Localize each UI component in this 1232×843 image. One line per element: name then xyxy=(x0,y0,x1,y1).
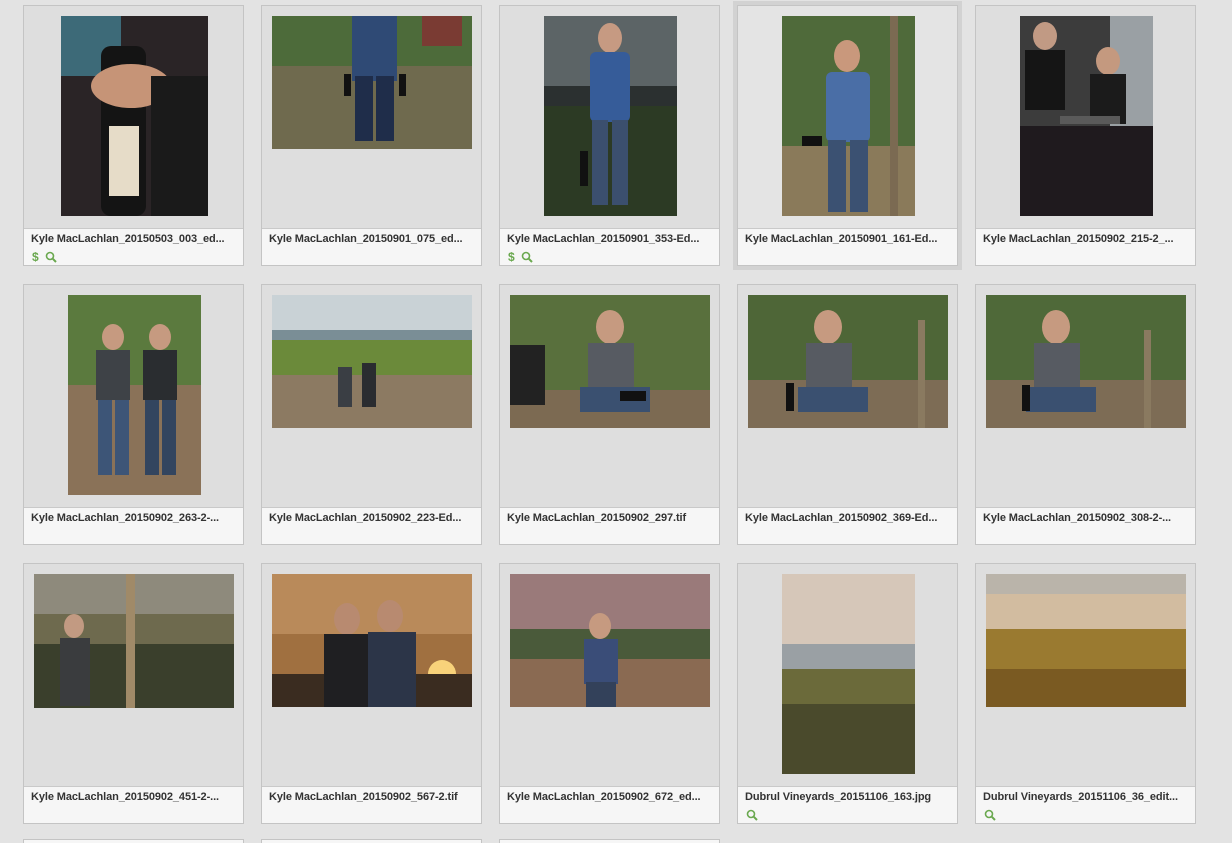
thumbnail-image[interactable] xyxy=(544,16,677,216)
zoom-icon[interactable] xyxy=(521,251,533,263)
thumbnail-area xyxy=(976,6,1195,229)
thumbnail-filename: Kyle MacLachlan_20150902_451-2-... xyxy=(31,791,219,803)
thumbnail-area xyxy=(262,285,481,508)
thumbnail-card-partial[interactable] xyxy=(499,839,720,843)
thumbnail-area xyxy=(24,564,243,787)
thumbnail-card[interactable]: Kyle MacLachlan_20150902_567-2.tif xyxy=(261,563,482,824)
thumbnail-image[interactable] xyxy=(34,574,234,708)
thumbnail-image[interactable] xyxy=(272,16,472,149)
thumbnail-filename: Dubrul Vineyards_20151106_36_edit... xyxy=(983,791,1178,803)
thumbnail-image[interactable] xyxy=(61,16,208,216)
thumbnail-area xyxy=(976,564,1195,787)
thumbnail-card[interactable]: Kyle MacLachlan_20150503_003_ed... $ xyxy=(23,5,244,266)
thumbnail-area xyxy=(738,564,957,787)
thumbnail-image[interactable] xyxy=(782,574,915,774)
thumbnail-card[interactable]: Kyle MacLachlan_20150902_215-2_... xyxy=(975,5,1196,266)
thumbnail-filename: Kyle MacLachlan_20150902_215-2_... xyxy=(983,233,1174,245)
thumbnail-filename: Kyle MacLachlan_20150901_161-Ed... xyxy=(745,233,938,245)
thumbnail-card[interactable]: Kyle MacLachlan_20150902_223-Ed... xyxy=(261,284,482,545)
thumbnail-filename: Kyle MacLachlan_20150901_075_ed... xyxy=(269,233,463,245)
thumbnail-image[interactable] xyxy=(782,16,915,216)
thumbnail-filename: Kyle MacLachlan_20150902_308-2-... xyxy=(983,512,1171,524)
thumbnail-card[interactable]: Kyle MacLachlan_20150901_161-Ed... xyxy=(733,1,962,270)
thumbnail-image[interactable] xyxy=(272,574,472,707)
thumbnail-card[interactable]: Kyle MacLachlan_20150902_369-Ed... xyxy=(737,284,958,545)
thumbnail-card[interactable]: Dubrul Vineyards_20151106_36_edit... xyxy=(975,563,1196,824)
thumbnail-filename: Kyle MacLachlan_20150901_353-Ed... xyxy=(507,233,700,245)
thumbnail-actions xyxy=(984,808,996,822)
thumbnail-actions xyxy=(746,808,758,822)
thumbnail-image[interactable] xyxy=(986,574,1186,707)
thumbnail-card[interactable]: Kyle MacLachlan_20150902_297.tif xyxy=(499,284,720,545)
thumbnail-card-partial[interactable] xyxy=(23,839,244,843)
thumbnail-grid: Kyle MacLachlan_20150503_003_ed... $ Kyl… xyxy=(0,0,1232,843)
thumbnail-image[interactable] xyxy=(1020,16,1153,216)
thumbnail-image[interactable] xyxy=(748,295,948,428)
thumbnail-area xyxy=(738,6,957,229)
dollar-icon[interactable]: $ xyxy=(508,251,515,263)
thumbnail-card[interactable]: Kyle MacLachlan_20150901_075_ed... xyxy=(261,5,482,266)
thumbnail-card[interactable]: Kyle MacLachlan_20150901_353-Ed... $ xyxy=(499,5,720,266)
thumbnail-area xyxy=(500,6,719,229)
thumbnail-area xyxy=(738,285,957,508)
thumbnail-card[interactable]: Kyle MacLachlan_20150902_672_ed... xyxy=(499,563,720,824)
thumbnail-card[interactable]: Kyle MacLachlan_20150902_308-2-... xyxy=(975,284,1196,545)
thumbnail-filename: Kyle MacLachlan_20150902_223-Ed... xyxy=(269,512,462,524)
thumbnail-actions: $ xyxy=(508,250,533,264)
thumbnail-filename: Kyle MacLachlan_20150902_297.tif xyxy=(507,512,687,524)
thumbnail-image[interactable] xyxy=(986,295,1186,428)
thumbnail-area xyxy=(24,285,243,508)
thumbnail-filename: Dubrul Vineyards_20151106_163.jpg xyxy=(745,791,932,803)
thumbnail-area xyxy=(24,6,243,229)
thumbnail-image[interactable] xyxy=(68,295,201,495)
thumbnail-area xyxy=(262,564,481,787)
thumbnail-actions: $ xyxy=(32,250,57,264)
thumbnail-filename: Kyle MacLachlan_20150503_003_ed... xyxy=(31,233,225,245)
thumbnail-area xyxy=(500,564,719,787)
thumbnail-card-partial[interactable] xyxy=(261,839,482,843)
zoom-icon[interactable] xyxy=(984,809,996,821)
thumbnail-filename: Kyle MacLachlan_20150902_672_ed... xyxy=(507,791,701,803)
thumbnail-card[interactable]: Kyle MacLachlan_20150902_451-2-... xyxy=(23,563,244,824)
thumbnail-filename: Kyle MacLachlan_20150902_263-2-... xyxy=(31,512,219,524)
thumbnail-area xyxy=(262,6,481,229)
thumbnail-area xyxy=(976,285,1195,508)
thumbnail-image[interactable] xyxy=(510,574,710,707)
zoom-icon[interactable] xyxy=(746,809,758,821)
thumbnail-filename: Kyle MacLachlan_20150902_567-2.tif xyxy=(269,791,458,803)
dollar-icon[interactable]: $ xyxy=(32,251,39,263)
thumbnail-card[interactable]: Dubrul Vineyards_20151106_163.jpg xyxy=(737,563,958,824)
thumbnail-area xyxy=(500,285,719,508)
thumbnail-card[interactable]: Kyle MacLachlan_20150902_263-2-... xyxy=(23,284,244,545)
zoom-icon[interactable] xyxy=(45,251,57,263)
thumbnail-filename: Kyle MacLachlan_20150902_369-Ed... xyxy=(745,512,938,524)
thumbnail-image[interactable] xyxy=(272,295,472,428)
thumbnail-image[interactable] xyxy=(510,295,710,428)
